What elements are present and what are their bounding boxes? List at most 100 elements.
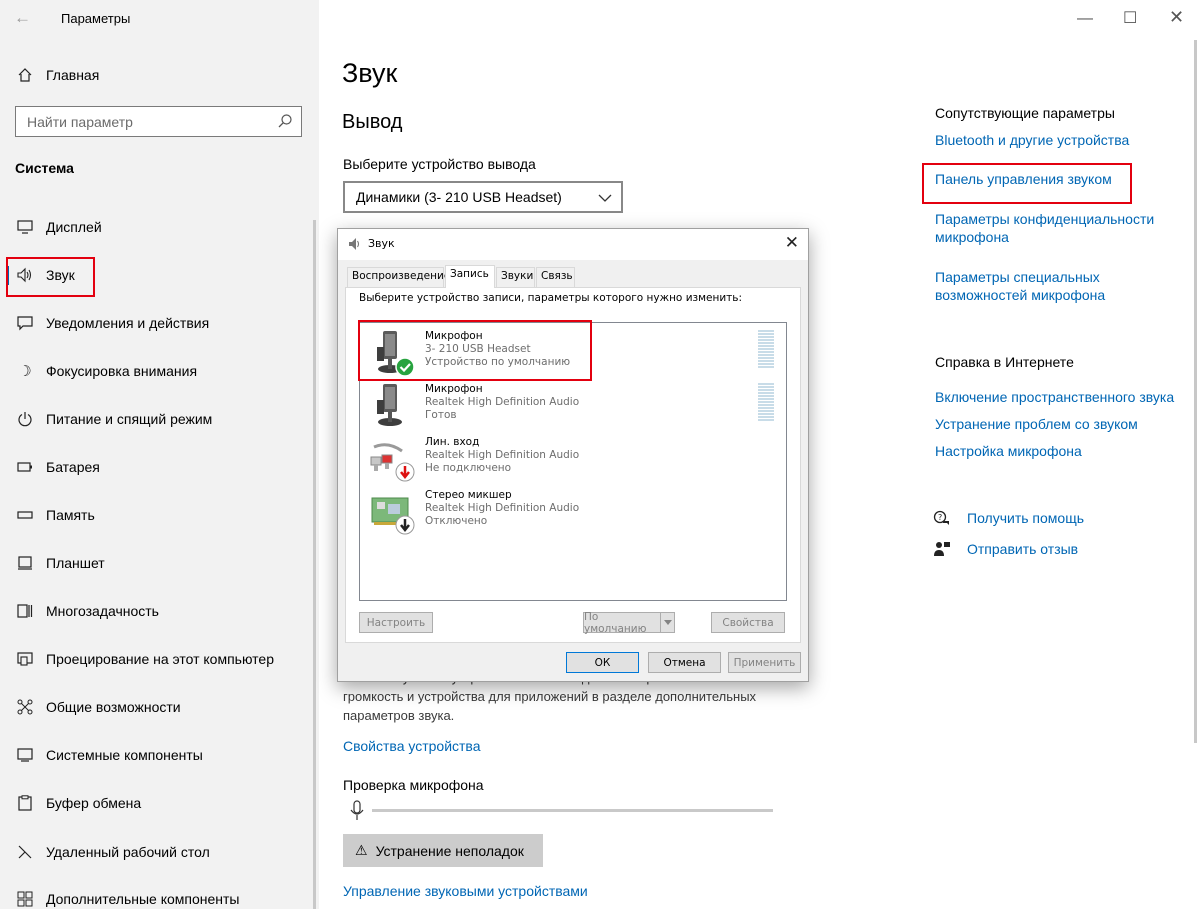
feedback-icon <box>933 540 951 563</box>
home-icon <box>16 66 34 84</box>
mic-accessibility-link[interactable]: Параметры специальных <box>935 269 1100 285</box>
main-scrollbar[interactable] <box>1194 40 1197 743</box>
tab-sounds[interactable]: Звуки <box>496 267 535 287</box>
cancel-button[interactable]: Отмена <box>648 652 721 673</box>
nav-item-notifications[interactable]: Уведомления и действия <box>0 303 319 343</box>
recording-panel: Выберите устройство записи, параметры ко… <box>345 287 801 643</box>
nav-item-label: Дисплей <box>46 219 102 235</box>
app-title: Параметры <box>61 11 131 26</box>
feedback-link[interactable]: Отправить отзыв <box>967 541 1078 557</box>
nav-item-label: Фокусировка внимания <box>46 363 198 379</box>
nav-item-display[interactable]: Дисплей <box>0 207 319 247</box>
nav-item-label: Уведомления и действия <box>46 315 210 331</box>
device-driver: Realtek High Definition Audio <box>425 449 580 461</box>
set-default-label: По умолчанию <box>584 610 647 635</box>
sound-app-icon <box>347 236 361 256</box>
properties-button[interactable]: Свойства <box>711 612 785 633</box>
nav-item-clipboard[interactable]: Буфер обмена <box>0 783 319 823</box>
output-device-label: Выберите устройство вывода <box>343 156 536 172</box>
mic-accessibility-link-line2[interactable]: возможностей микрофона <box>935 287 1105 303</box>
microphone-icon <box>350 800 364 827</box>
nav-item-power[interactable]: Питание и спящий режим <box>0 399 319 439</box>
nav-item-extra[interactable]: Дополнительные компоненты <box>0 879 319 919</box>
troubleshoot-button[interactable]: ⚠ Устранение неполадок <box>343 834 543 867</box>
nav-item-storage[interactable]: Память <box>0 495 319 535</box>
list-item[interactable]: Микрофон 3- 210 USB Headset Устройство п… <box>360 327 786 380</box>
mic-setup-link[interactable]: Настройка микрофона <box>935 443 1082 459</box>
section-title: Система <box>15 160 74 176</box>
moon-icon: ☽ <box>18 363 32 380</box>
device-name: Микрофон <box>425 330 483 342</box>
power-icon <box>16 410 34 428</box>
device-list: Микрофон 3- 210 USB Headset Устройство п… <box>359 322 787 601</box>
nav-item-label: Звук <box>46 267 75 283</box>
dropdown-arrow-icon[interactable] <box>660 613 674 632</box>
help-heading: Справка в Интернете <box>935 354 1074 370</box>
active-indicator <box>6 266 9 285</box>
titlebar: ← Параметры <box>0 0 319 38</box>
ok-button[interactable]: ОК <box>566 652 639 673</box>
dialog-close-icon[interactable]: ✕ <box>785 233 799 253</box>
nav-item-shared[interactable]: Общие возможности <box>0 687 319 727</box>
maximize-icon[interactable]: ☐ <box>1123 8 1137 28</box>
nav-item-label: Общие возможности <box>46 699 181 715</box>
output-heading: Вывод <box>342 111 403 133</box>
device-name: Лин. вход <box>425 436 480 448</box>
device-name: Микрофон <box>425 383 483 395</box>
notification-icon <box>16 314 34 332</box>
tab-recording[interactable]: Запись <box>445 265 495 288</box>
help-chat-icon: ? <box>933 509 951 532</box>
search-input[interactable] <box>16 107 266 136</box>
nav-item-label: Питание и спящий режим <box>46 411 213 427</box>
nav-item-sound[interactable]: Звук <box>0 255 319 295</box>
search-icon[interactable] <box>277 113 293 134</box>
mic-privacy-link-line2[interactable]: микрофона <box>935 229 1009 245</box>
nav-item-label: Батарея <box>46 459 100 475</box>
nav-item-components[interactable]: Системные компоненты <box>0 735 319 775</box>
device-driver: Realtek High Definition Audio <box>425 396 580 408</box>
list-item[interactable]: Лин. вход Realtek High Definition Audio … <box>360 433 786 486</box>
minimize-icon[interactable]: — <box>1077 10 1093 28</box>
nav-item-label: Удаленный рабочий стол <box>46 844 210 860</box>
hidden-text-line2: громкость и устройства для приложений в … <box>343 689 757 704</box>
mic-test-label: Проверка микрофона <box>343 777 484 793</box>
list-item[interactable]: Стерео микшер Realtek High Definition Au… <box>360 486 786 539</box>
back-arrow-icon[interactable]: ← <box>14 8 31 28</box>
configure-button[interactable]: Настроить <box>359 612 433 633</box>
device-status: Готов <box>425 409 457 421</box>
nav-home[interactable]: Главная <box>0 60 319 90</box>
sound-card-icon <box>368 488 418 538</box>
nav-item-project[interactable]: Проецирование на этот компьютер <box>0 639 319 679</box>
components-icon <box>16 746 34 764</box>
get-help-link[interactable]: Получить помощь <box>967 510 1084 526</box>
sound-control-panel-link[interactable]: Панель управления звуком <box>935 171 1112 187</box>
device-properties-link[interactable]: Свойства устройства <box>343 738 481 754</box>
output-device-dropdown[interactable]: Динамики (3- 210 USB Headset) <box>343 181 623 213</box>
manage-devices-link[interactable]: Управление звуковыми устройствами <box>343 883 588 899</box>
nav-item-label: Буфер обмена <box>46 795 142 811</box>
mic-privacy-link[interactable]: Параметры конфиденциальности <box>935 211 1154 227</box>
sound-problems-link[interactable]: Устранение проблем со звуком <box>935 416 1138 432</box>
nav-item-tablet[interactable]: Планшет <box>0 543 319 583</box>
nav-item-label: Проецирование на этот компьютер <box>46 651 274 667</box>
nav-item-multitasking[interactable]: Многозадачность <box>0 591 319 631</box>
search-box[interactable] <box>15 106 302 137</box>
bluetooth-link[interactable]: Bluetooth и другие устройства <box>935 132 1129 148</box>
tab-communications[interactable]: Связь <box>536 267 575 287</box>
close-icon[interactable]: ✕ <box>1169 7 1184 28</box>
nav-item-remote-desktop[interactable]: Удаленный рабочий стол <box>0 832 319 872</box>
apply-button[interactable]: Применить <box>728 652 801 673</box>
spatial-sound-link[interactable]: Включение пространственного звука <box>935 389 1174 405</box>
nav-item-focus[interactable]: ☽ Фокусировка внимания <box>0 351 319 391</box>
tab-playback[interactable]: Воспроизведение <box>347 267 450 287</box>
device-driver: Realtek High Definition Audio <box>425 502 580 514</box>
related-heading: Сопутствующие параметры <box>935 105 1115 121</box>
speaker-icon <box>16 266 34 284</box>
monitor-icon <box>16 218 34 236</box>
nav-item-label: Планшет <box>46 555 105 571</box>
sidebar-scrollbar[interactable] <box>313 220 316 909</box>
nav-item-battery[interactable]: Батарея <box>0 447 319 487</box>
set-default-button[interactable]: По умолчанию <box>583 610 675 635</box>
headset-microphone-icon <box>368 329 418 379</box>
list-item[interactable]: Микрофон Realtek High Definition Audio Г… <box>360 380 786 433</box>
